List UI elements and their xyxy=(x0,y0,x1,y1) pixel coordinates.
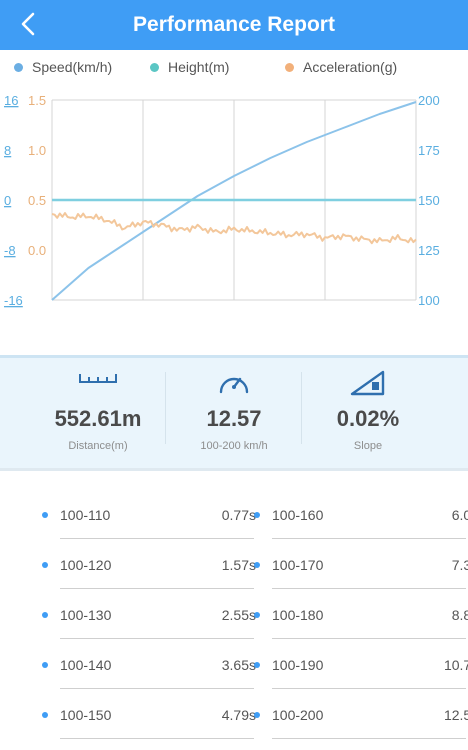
split-cell: 100-180 8.89s xyxy=(254,590,468,640)
split-time: 12.57s xyxy=(443,707,468,723)
split-cell: 100-110 0.77s xyxy=(42,490,256,540)
legend-item-height: Height(m) xyxy=(150,59,229,75)
tick-label-acceleration: 1.5 xyxy=(28,93,46,108)
tick-label-acceleration: 0.5 xyxy=(28,193,46,208)
split-time: 0.77s xyxy=(221,507,256,523)
bullet-icon xyxy=(42,612,48,618)
tick-label-speed-right: 125 xyxy=(418,243,440,258)
performance-chart: 16 8 0 -8 -16 1.5 1.0 0.5 0.0 200 175 150 125 100 xyxy=(4,93,440,308)
legend-dot-height xyxy=(150,62,159,72)
tick-label-acceleration: 0.0 xyxy=(28,243,46,258)
split-cell: 100-190 10.70s xyxy=(254,640,468,690)
split-cell: 100-160 6.03s xyxy=(254,490,468,540)
legend-label-speed: Speed(km/h) xyxy=(32,59,113,75)
split-time: 8.89s xyxy=(451,607,468,623)
split-range: 100-200 xyxy=(272,707,324,723)
row-divider xyxy=(272,538,466,539)
tick-label-speed-left: 0 xyxy=(4,193,11,208)
table-row: 100-130 2.55s 100-180 8.89s xyxy=(0,590,468,640)
tick-label-speed-left: 16 xyxy=(4,93,18,108)
split-time: 10.70s xyxy=(443,657,468,673)
legend-dot-acceleration xyxy=(285,62,294,72)
row-divider xyxy=(60,538,254,539)
split-range: 100-180 xyxy=(272,607,324,623)
split-time: 1.57s xyxy=(221,557,256,573)
bullet-icon xyxy=(42,512,48,518)
slope-value: 0.02% xyxy=(336,406,400,431)
split-range: 100-170 xyxy=(272,557,324,573)
legend-item-acceleration: Acceleration(g) xyxy=(285,59,397,75)
row-divider xyxy=(272,588,466,589)
table-row: 100-150 4.79s 100-200 12.57s xyxy=(0,690,468,740)
table-row: 100-140 3.65s 100-190 10.70s xyxy=(0,640,468,690)
split-range: 100-140 xyxy=(60,657,112,673)
bullet-icon xyxy=(42,562,48,568)
bullet-icon xyxy=(254,562,260,568)
tick-label-speed-right: 100 xyxy=(418,293,440,308)
row-divider xyxy=(272,638,466,639)
row-divider xyxy=(272,738,466,739)
tick-label-speed-right: 150 xyxy=(418,193,440,208)
split-time: 6.03s xyxy=(451,507,468,523)
split-range: 100-110 xyxy=(60,507,111,523)
bullet-icon xyxy=(42,712,48,718)
acceleration-time-label: 100-200 km/h xyxy=(200,440,268,452)
tick-label-speed-right: 200 xyxy=(418,93,440,108)
row-divider xyxy=(60,688,254,689)
split-time: 2.55s xyxy=(221,607,256,623)
split-range: 100-120 xyxy=(60,557,112,573)
row-divider xyxy=(60,588,254,589)
stat-distance: 552.61m Distance(m) xyxy=(28,358,168,468)
row-divider xyxy=(272,688,466,689)
tick-label-speed-left: -8 xyxy=(4,243,16,258)
split-cell: 100-200 12.57s xyxy=(254,690,468,740)
split-time: 4.79s xyxy=(221,707,256,723)
stat-acceleration-time: 12.57 100-200 km/h xyxy=(164,358,304,468)
speedometer-icon xyxy=(219,377,249,394)
split-cell: 100-150 4.79s xyxy=(42,690,256,740)
stats-panel: 552.61m Distance(m) 12.57 100-200 km/h 0… xyxy=(0,358,468,468)
split-range: 100-160 xyxy=(272,507,324,523)
chart-legend: Speed(km/h) Height(m) Acceleration(g) xyxy=(0,56,468,80)
bullet-icon xyxy=(254,612,260,618)
legend-item-speed: Speed(km/h) xyxy=(14,59,112,75)
section-divider xyxy=(0,468,468,471)
bullet-icon xyxy=(254,712,260,718)
split-cell: 100-130 2.55s xyxy=(42,590,256,640)
bullet-icon xyxy=(254,512,260,518)
distance-label: Distance(m) xyxy=(68,440,128,452)
distance-value: 552.61m xyxy=(54,406,142,431)
acceleration-time-value: 12.57 xyxy=(206,406,262,431)
ruler-icon xyxy=(79,374,117,383)
split-time: 7.38s xyxy=(451,557,468,573)
split-cell: 100-120 1.57s xyxy=(42,540,256,590)
split-cell: 100-170 7.38s xyxy=(254,540,468,590)
split-range: 100-150 xyxy=(60,707,112,723)
app-header: Performance Report xyxy=(0,0,468,50)
row-divider xyxy=(60,638,254,639)
bullet-icon xyxy=(42,662,48,668)
table-row: 100-120 1.57s 100-170 7.38s xyxy=(0,540,468,590)
legend-label-acceleration: Acceleration(g) xyxy=(303,59,398,75)
tick-label-speed-left: -16 xyxy=(4,293,23,308)
tick-label-acceleration: 1.0 xyxy=(28,143,46,158)
split-range: 100-190 xyxy=(272,657,324,673)
table-row: 100-110 0.77s 100-160 6.03s xyxy=(0,490,468,540)
slope-label: Slope xyxy=(353,440,383,452)
split-range: 100-130 xyxy=(60,607,112,623)
tick-label-speed-left: 8 xyxy=(4,143,11,158)
split-cell: 100-140 3.65s xyxy=(42,640,256,690)
stat-slope: 0.02% Slope xyxy=(298,358,438,468)
bullet-icon xyxy=(254,662,260,668)
slope-icon xyxy=(350,370,385,396)
row-divider xyxy=(60,738,254,739)
legend-label-height: Height(m) xyxy=(168,59,230,75)
tick-label-speed-right: 175 xyxy=(418,143,440,158)
legend-dot-speed xyxy=(14,62,23,72)
page-title: Performance Report xyxy=(133,13,335,36)
split-time: 3.65s xyxy=(221,657,256,673)
